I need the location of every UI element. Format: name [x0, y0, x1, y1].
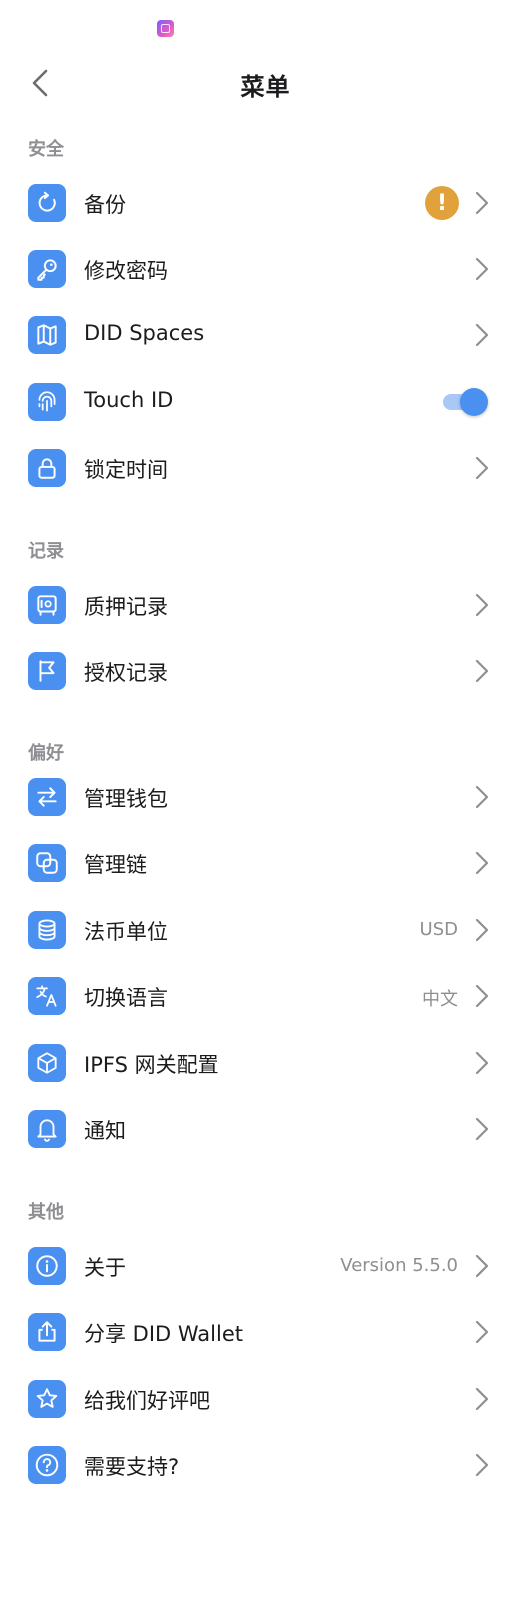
- lock-icon: [28, 449, 66, 487]
- warning-badge: !: [425, 186, 459, 220]
- share-icon: [28, 1313, 66, 1351]
- chevron-right-icon: [475, 456, 489, 480]
- chevron-right-icon: [475, 593, 489, 617]
- menu-item-notifications[interactable]: 通知: [0, 1099, 531, 1159]
- menu-item-label: Touch ID: [84, 388, 174, 412]
- menu-item-label: 管理链: [84, 853, 147, 877]
- menu-item-support[interactable]: 需要支持?: [0, 1435, 531, 1495]
- app-version-value: Version 5.5.0: [340, 1255, 458, 1276]
- flag-icon: [28, 652, 66, 690]
- help-icon: [28, 1446, 66, 1484]
- menu-item-label: 给我们好评吧: [84, 1389, 210, 1413]
- page-title: 菜单: [240, 73, 291, 101]
- menu-item-rate[interactable]: 给我们好评吧: [0, 1369, 531, 1429]
- link-icon: [28, 844, 66, 882]
- chevron-right-icon: [475, 1051, 489, 1075]
- menu-item-label: 需要支持?: [84, 1455, 180, 1479]
- menu-item-label: DID Spaces: [84, 321, 205, 345]
- language-value: 中文: [422, 989, 458, 1010]
- menu-item-fiat-unit[interactable]: 法币单位 USD: [0, 900, 531, 960]
- section-title-preferences: 偏好: [28, 743, 64, 764]
- translate-icon: [28, 977, 66, 1015]
- menu-item-manage-wallet[interactable]: 管理钱包: [0, 767, 531, 827]
- chevron-right-icon: [475, 1117, 489, 1141]
- menu-item-language[interactable]: 切换语言 中文: [0, 966, 531, 1026]
- menu-item-authorization-records[interactable]: 授权记录: [0, 641, 531, 701]
- star-icon: [28, 1380, 66, 1418]
- app-notification-icon: [157, 20, 174, 37]
- fingerprint-icon: [28, 383, 66, 421]
- menu-item-label: 关于: [84, 1256, 126, 1280]
- safe-icon: [28, 586, 66, 624]
- chevron-right-icon: [475, 785, 489, 809]
- chevron-right-icon: [475, 1320, 489, 1344]
- menu-item-about[interactable]: 关于 Version 5.5.0: [0, 1236, 531, 1296]
- menu-item-touch-id[interactable]: Touch ID: [0, 372, 531, 432]
- menu-item-label: 管理钱包: [84, 787, 168, 811]
- touch-id-toggle[interactable]: [443, 388, 488, 416]
- key-icon: [28, 250, 66, 288]
- database-icon: [28, 911, 66, 949]
- menu-item-label: 授权记录: [84, 661, 168, 685]
- menu-item-label: 备份: [84, 193, 126, 217]
- info-icon: [28, 1247, 66, 1285]
- menu-item-backup[interactable]: 备份 !: [0, 173, 531, 233]
- menu-item-label: IPFS 网关配置: [84, 1053, 219, 1077]
- menu-item-did-spaces[interactable]: DID Spaces: [0, 305, 531, 365]
- chevron-right-icon: [475, 1254, 489, 1278]
- chevron-right-icon: [475, 659, 489, 683]
- swap-arrows-icon: [28, 778, 66, 816]
- menu-item-staking-records[interactable]: 质押记录: [0, 575, 531, 635]
- menu-item-label: 锁定时间: [84, 458, 168, 482]
- menu-item-lock-time[interactable]: 锁定时间: [0, 438, 531, 498]
- menu-item-change-password[interactable]: 修改密码: [0, 239, 531, 299]
- chevron-right-icon: [475, 984, 489, 1008]
- menu-item-label: 法币单位: [84, 920, 168, 944]
- chevron-right-icon: [475, 1453, 489, 1477]
- section-title-other: 其他: [28, 1202, 64, 1223]
- refresh-icon: [28, 184, 66, 222]
- menu-item-manage-chain[interactable]: 管理链: [0, 833, 531, 893]
- cube-icon: [28, 1044, 66, 1082]
- menu-item-label: 质押记录: [84, 595, 168, 619]
- chevron-right-icon: [475, 1387, 489, 1411]
- section-title-records: 记录: [28, 541, 64, 562]
- chevron-right-icon: [475, 257, 489, 281]
- map-icon: [28, 316, 66, 354]
- menu-item-label: 分享 DID Wallet: [84, 1322, 243, 1346]
- section-title-security: 安全: [28, 139, 64, 160]
- menu-item-ipfs-gateway[interactable]: IPFS 网关配置: [0, 1033, 531, 1093]
- menu-item-share[interactable]: 分享 DID Wallet: [0, 1302, 531, 1362]
- bell-icon: [28, 1110, 66, 1148]
- menu-page: 菜单 安全 备份 ! 修改密码 DID Spaces Touch ID 锁定时间…: [0, 0, 531, 1600]
- chevron-right-icon: [475, 918, 489, 942]
- toggle-knob: [460, 388, 488, 416]
- chevron-right-icon: [475, 851, 489, 875]
- fiat-unit-value: USD: [419, 919, 458, 940]
- menu-item-label: 通知: [84, 1119, 126, 1143]
- chevron-right-icon: [475, 323, 489, 347]
- menu-item-label: 修改密码: [84, 259, 168, 283]
- chevron-right-icon: [475, 191, 489, 215]
- menu-item-label: 切换语言: [84, 986, 168, 1010]
- header: 菜单: [0, 55, 531, 111]
